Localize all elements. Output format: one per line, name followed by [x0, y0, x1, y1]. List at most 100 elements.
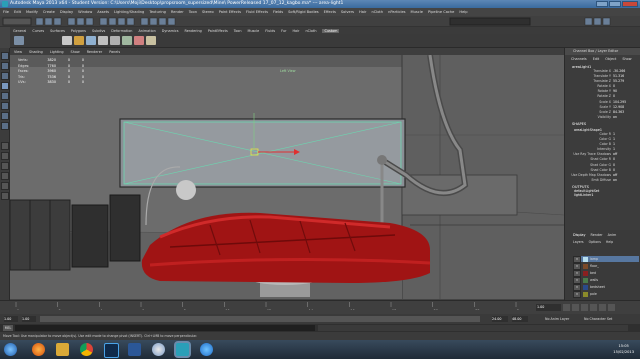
history-icon[interactable]	[140, 17, 149, 26]
explorer-icon[interactable]	[56, 343, 69, 356]
panel-menu-item[interactable]: Renderer	[87, 50, 102, 54]
menu-item[interactable]: Soft/Rigid Bodies	[288, 10, 319, 14]
step-back-icon[interactable]	[572, 304, 579, 311]
layer-row[interactable]: Vwalls	[573, 276, 639, 284]
menu-item[interactable]: Edit	[14, 10, 21, 14]
shelf-tool-3-icon[interactable]	[86, 36, 96, 45]
shelf-tab[interactable]: Surfaces	[50, 29, 65, 33]
play-forwards-icon[interactable]	[590, 304, 597, 311]
layer-color-swatch[interactable]	[583, 284, 588, 290]
paint-select-tool-icon[interactable]	[1, 72, 9, 80]
range-slider-bar[interactable]	[40, 316, 480, 322]
mel-label[interactable]: MEL	[3, 325, 13, 331]
character-set-dropdown[interactable]: No Character Set	[584, 316, 632, 322]
internet-explorer-icon[interactable]	[200, 343, 213, 356]
graph-layout-icon[interactable]	[1, 182, 9, 190]
layer-color-swatch[interactable]	[583, 263, 588, 269]
visibility-toggle[interactable]: V	[573, 269, 581, 277]
menu-item[interactable]: Create	[43, 10, 55, 14]
menu-item[interactable]: nCloth	[371, 10, 383, 14]
firefox-icon[interactable]	[32, 343, 45, 356]
panel-menu-item[interactable]: Panels	[109, 50, 120, 54]
shelf-tab[interactable]: Subdivs	[92, 29, 105, 33]
layer-row[interactable]: Vpole	[573, 290, 639, 298]
go-to-start-icon[interactable]	[563, 304, 570, 311]
channel-attr[interactable]: Emit Diffuse on	[565, 178, 640, 183]
playback-start-field[interactable]: 1.00	[22, 316, 36, 322]
shelf-menu-icon[interactable]	[14, 36, 24, 45]
menu-item[interactable]: Paint Effects	[219, 10, 241, 14]
select-component-icon[interactable]	[85, 17, 94, 26]
menu-item[interactable]: Window	[78, 10, 92, 14]
move-tool-icon[interactable]	[1, 82, 9, 90]
menu-item[interactable]: Toon	[189, 10, 197, 14]
two-pane-layout-icon[interactable]	[1, 162, 9, 170]
layer-row[interactable]: Vbed	[573, 269, 639, 277]
render-frame-icon[interactable]	[149, 17, 158, 26]
rotate-tool-icon[interactable]	[1, 92, 9, 100]
shelf-tool-1-icon[interactable]	[62, 36, 72, 45]
open-scene-icon[interactable]	[44, 17, 53, 26]
panel-menu-item[interactable]: Show	[71, 50, 80, 54]
output-node[interactable]: lightLinker1	[565, 193, 640, 197]
channel-box-menu-item[interactable]: Object	[605, 57, 616, 61]
attribute-editor-toggle-icon[interactable]	[584, 17, 593, 26]
four-pane-layout-icon[interactable]	[1, 152, 9, 160]
layer-color-swatch[interactable]	[583, 270, 588, 276]
ipr-render-icon[interactable]	[158, 17, 167, 26]
shelf-tab[interactable]: Fluids	[265, 29, 275, 33]
select-hierarchy-icon[interactable]	[67, 17, 76, 26]
layer-menu-item[interactable]: Help	[606, 240, 613, 244]
shelf-tool-2-icon[interactable]	[74, 36, 84, 45]
maya-icon[interactable]	[176, 343, 189, 356]
menu-item[interactable]: Solvers	[341, 10, 354, 14]
go-to-end-icon[interactable]	[608, 304, 615, 311]
layer-color-swatch[interactable]	[583, 256, 588, 262]
perspective-viewport[interactable]: Verts: 3820 0 0 Edges: 7760 0 0 Faces: 3960 0 0 T…	[10, 55, 564, 299]
menu-item[interactable]: Render	[171, 10, 184, 14]
visibility-toggle[interactable]: V	[573, 290, 581, 298]
visibility-toggle[interactable]: V	[573, 276, 581, 284]
layer-tab-render[interactable]: Render	[591, 233, 603, 237]
channel-box-menu-item[interactable]: Edit	[593, 57, 600, 61]
select-object-icon[interactable]	[76, 17, 85, 26]
layer-tab-display[interactable]: Display	[573, 233, 586, 237]
hypershade-layout-icon[interactable]	[1, 192, 9, 200]
end-time-field[interactable]: 48.00	[512, 316, 528, 322]
menu-item[interactable]: Effects	[324, 10, 336, 14]
menu-item[interactable]: Help	[459, 10, 467, 14]
visibility-toggle[interactable]: V	[573, 255, 581, 263]
shelf-tab-active[interactable]: Custom	[322, 28, 340, 33]
minimize-button[interactable]	[596, 1, 608, 7]
snap-curve-icon[interactable]	[108, 17, 117, 26]
photoshop-icon[interactable]	[104, 343, 119, 358]
select-tool-icon[interactable]	[1, 52, 9, 60]
manipulator-tool-icon[interactable]	[1, 112, 9, 120]
shelf-tab[interactable]: nCloth	[305, 29, 316, 33]
scale-tool-icon[interactable]	[1, 102, 9, 110]
last-tool-icon[interactable]	[1, 122, 9, 130]
shelf-tab[interactable]: Curves	[32, 29, 44, 33]
time-slider[interactable]: 124681012141618202224 1.00	[0, 300, 640, 314]
layer-color-swatch[interactable]	[583, 291, 588, 297]
quick-select-field[interactable]	[449, 17, 531, 26]
shelf-tool-7-icon[interactable]	[134, 36, 144, 45]
render-settings-icon[interactable]	[167, 17, 176, 26]
shelf-tool-6-icon[interactable]	[122, 36, 132, 45]
maximize-button[interactable]	[609, 1, 621, 7]
shelf-tool-4-icon[interactable]	[98, 36, 108, 45]
start-time-field[interactable]: 1.00	[4, 316, 18, 322]
menu-item[interactable]: Pipeline Cache	[428, 10, 454, 14]
menu-item[interactable]: nParticles	[388, 10, 405, 14]
play-backwards-icon[interactable]	[581, 304, 588, 311]
shelf-tab[interactable]: Deformation	[111, 29, 132, 33]
menu-item[interactable]: Muscle	[411, 10, 423, 14]
channel-box-menu-item[interactable]: Show	[622, 57, 631, 61]
snap-view-plane-icon[interactable]	[126, 17, 135, 26]
shelf-tab[interactable]: Muscle	[248, 29, 260, 33]
menu-item[interactable]: Fluid Effects	[246, 10, 268, 14]
visibility-toggle[interactable]: V	[573, 262, 581, 270]
system-clock[interactable]: 15:05 15/02/2013	[613, 343, 634, 355]
outliner-layout-icon[interactable]	[1, 172, 9, 180]
layer-menu-item[interactable]: Options	[589, 240, 601, 244]
